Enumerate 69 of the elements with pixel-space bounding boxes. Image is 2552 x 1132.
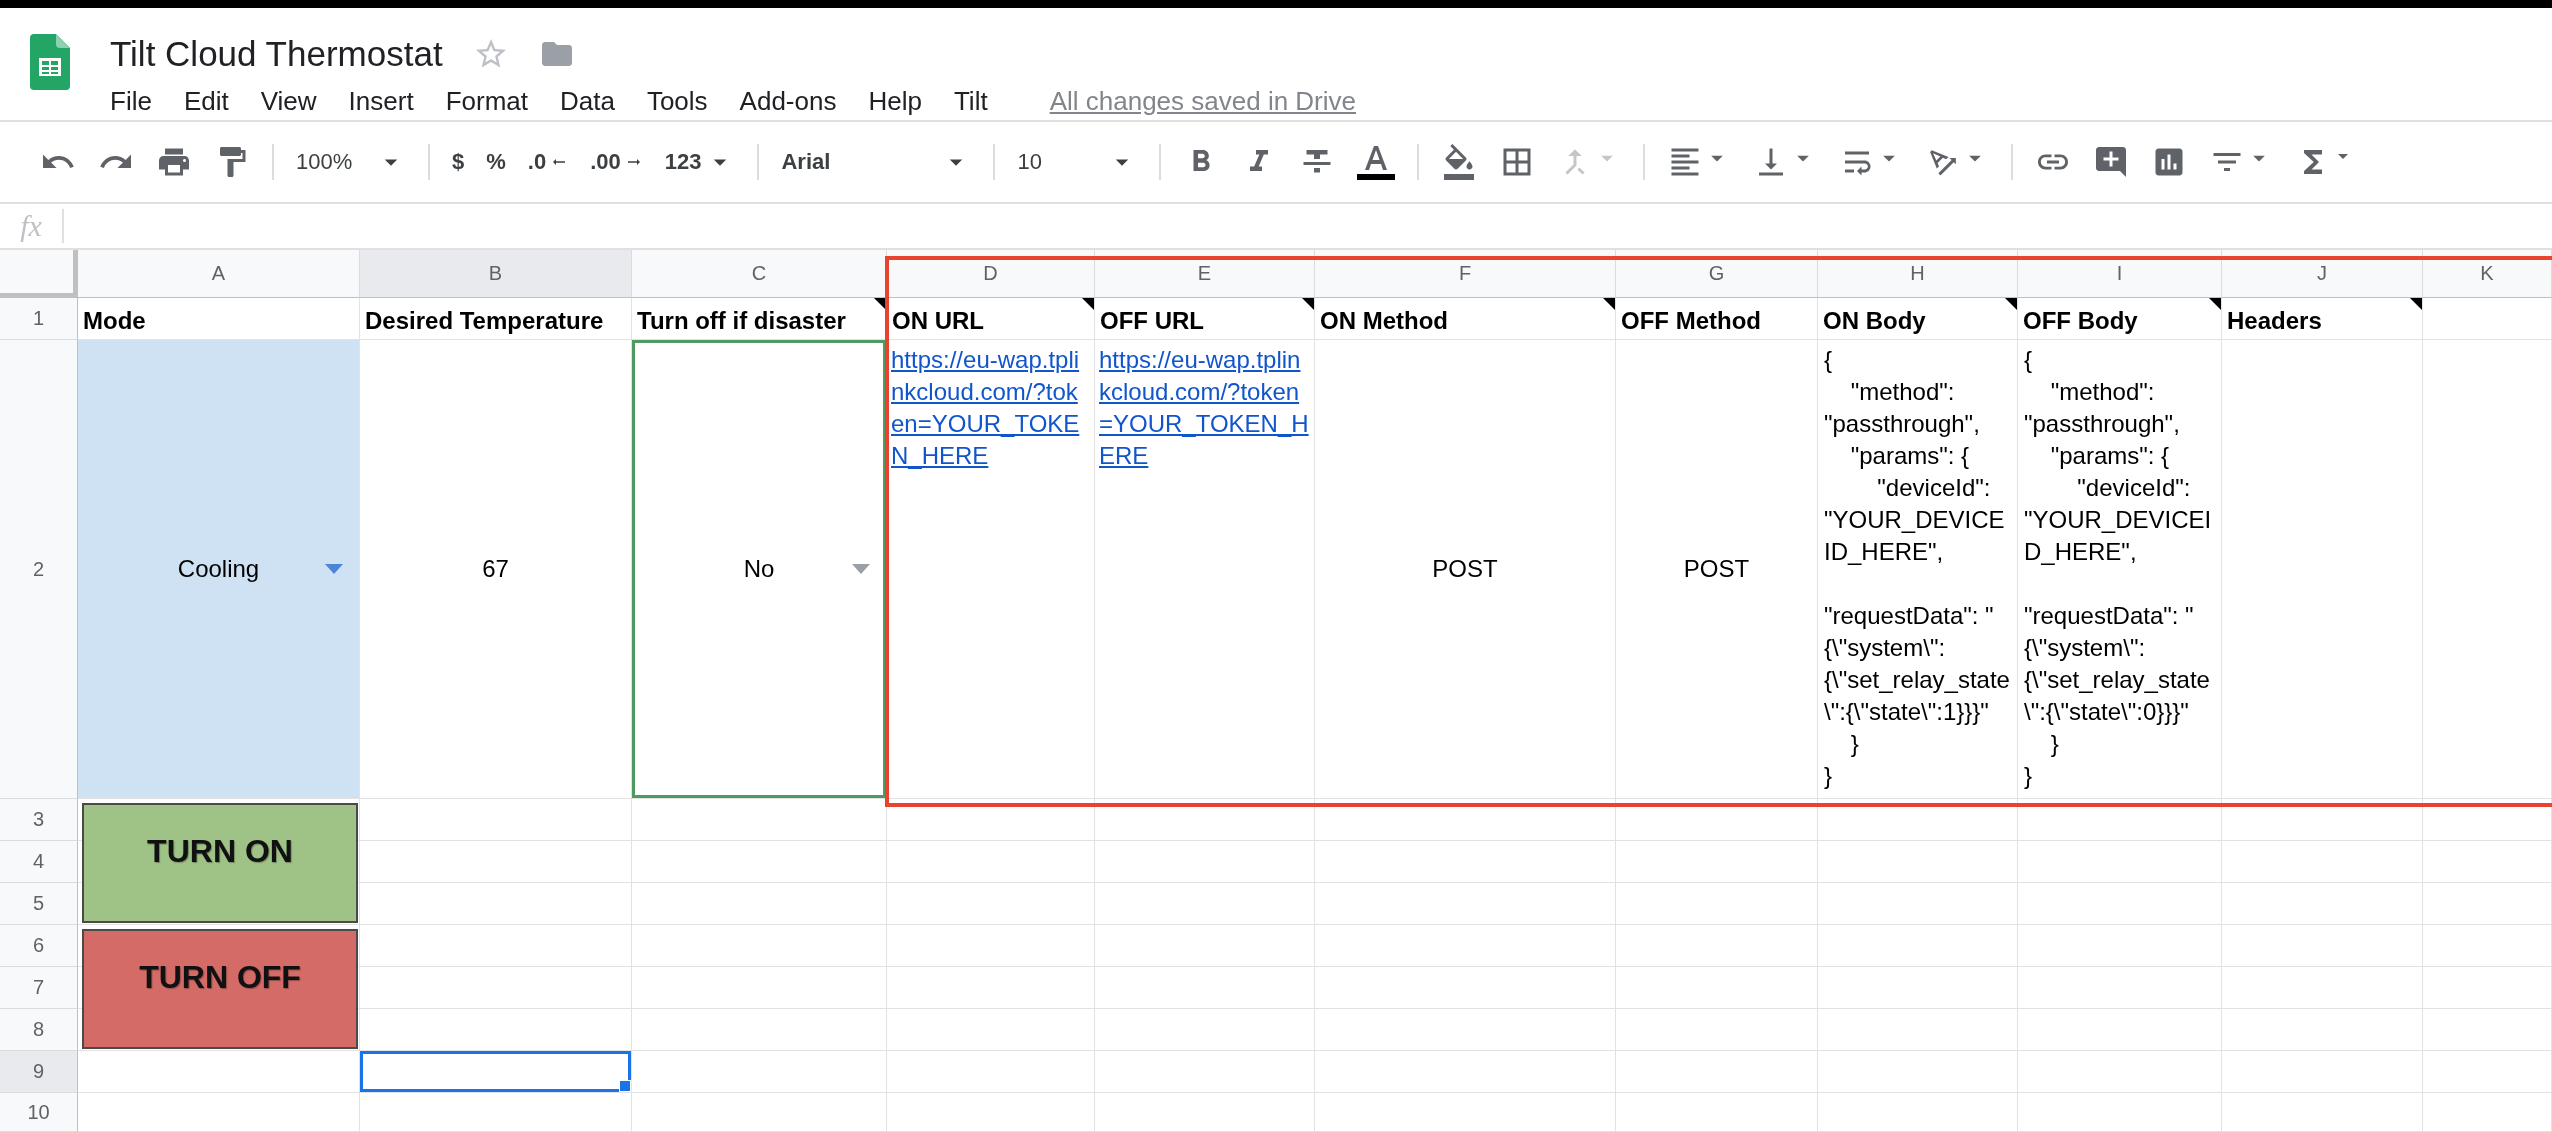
spreadsheet-logo-icon[interactable] <box>30 34 70 90</box>
menu-item[interactable]: View <box>260 86 317 117</box>
column-header[interactable]: I <box>2018 250 2222 298</box>
column-header[interactable]: H <box>1818 250 2018 298</box>
column-title: ON Body <box>1823 307 1926 335</box>
column-header[interactable]: G <box>1616 250 1818 298</box>
menu-item[interactable]: Help <box>868 86 922 117</box>
column-header[interactable]: K <box>2423 250 2552 298</box>
active-cell[interactable] <box>360 1051 632 1093</box>
document-title[interactable]: Tilt Cloud Thermostat <box>110 34 443 74</box>
menu-item[interactable]: Insert <box>348 86 414 117</box>
row-header[interactable]: 5 <box>0 883 78 925</box>
dropdown-cell[interactable]: Cooling <box>78 340 360 799</box>
menu-item[interactable]: Data <box>560 86 615 117</box>
row-header[interactable]: 2 <box>0 340 78 799</box>
row-header[interactable]: 6 <box>0 925 78 967</box>
column-title: Desired Temperature <box>365 307 604 335</box>
percent-format-button[interactable]: % <box>486 149 506 175</box>
dropdown-arrow-icon[interactable] <box>325 564 343 574</box>
column-title: OFF Method <box>1621 307 1761 335</box>
menu-item[interactable]: File <box>110 86 152 117</box>
dropdown-cell[interactable]: No <box>632 340 887 799</box>
column-title: Mode <box>83 307 146 335</box>
menu-item[interactable]: Add-ons <box>739 86 837 117</box>
row-header[interactable]: 10 <box>0 1093 78 1132</box>
cell-value: 67 <box>481 555 510 583</box>
font-dropdown[interactable]: Arial <box>781 147 972 177</box>
column-header[interactable]: B <box>360 250 632 298</box>
column-title: ON URL <box>892 307 984 335</box>
more-formats-dropdown[interactable]: 123 <box>664 147 736 177</box>
fill-handle[interactable] <box>619 1080 631 1092</box>
column-title: Turn off if disaster <box>637 307 846 335</box>
row-header[interactable]: 4 <box>0 841 78 883</box>
row-header[interactable]: 8 <box>0 1009 78 1051</box>
column-header[interactable]: A <box>78 250 360 298</box>
text-color-icon[interactable] <box>1357 144 1396 180</box>
formula-label: fx <box>0 209 64 243</box>
save-status-link[interactable]: All changes saved in Drive <box>1049 86 1357 117</box>
column-title: Headers <box>2227 307 2322 335</box>
column-header[interactable]: J <box>2222 250 2423 298</box>
menu-item[interactable]: Format <box>445 86 528 117</box>
column-title: OFF URL <box>1100 307 1204 335</box>
cell-value: POST <box>1431 555 1499 583</box>
menu-item[interactable]: Edit <box>183 86 229 117</box>
menu-item[interactable]: Tools <box>646 86 708 117</box>
row-header[interactable]: 9 <box>0 1051 78 1093</box>
row-header[interactable]: 3 <box>0 799 78 841</box>
cell-value: POST <box>1682 555 1751 583</box>
url-link[interactable]: https://eu-wap.tplinkcloud.com/?token=YOUR_TOKEN_HERE <box>1095 340 1314 476</box>
action-button[interactable]: TURN OFF <box>82 929 358 1049</box>
json-body-text: { "method": "passthrough", "params": { "deviceId": "YOUR_DEVICEID_HERE", "requestData": "{\"system\":{\"set_relay_state\":{\"state\":1}}}" } } <box>1823 345 2011 791</box>
font-size-dropdown[interactable]: 10 <box>1017 147 1138 177</box>
column-title: ON Method <box>1320 307 1448 335</box>
dropdown-arrow-icon[interactable] <box>852 564 870 574</box>
row-header[interactable]: 7 <box>0 967 78 1009</box>
column-header[interactable]: C <box>632 250 887 298</box>
column-header[interactable]: D <box>887 250 1095 298</box>
column-header[interactable]: F <box>1315 250 1616 298</box>
action-button[interactable]: TURN ON <box>82 803 358 923</box>
column-header[interactable]: E <box>1095 250 1315 298</box>
column-title: OFF Body <box>2023 307 2138 335</box>
currency-format-button[interactable]: $ <box>452 149 465 175</box>
increase-decimals-button[interactable]: .00 <box>590 149 643 175</box>
row-header[interactable]: 1 <box>0 298 78 340</box>
url-link[interactable]: https://eu-wap.tplinkcloud.com/?token=YOUR_TOKEN_HERE <box>887 340 1094 476</box>
menu-item[interactable]: Tilt <box>953 86 988 117</box>
json-body-text: { "method": "passthrough", "params": { "deviceId": "YOUR_DEVICEID_HERE", "requestData": "{\"system\":{\"set_relay_state\":{\"state\":0}}}" } } <box>2023 345 2213 791</box>
zoom-dropdown[interactable]: 100% <box>296 147 406 177</box>
decrease-decimals-button[interactable]: .0 <box>527 149 569 175</box>
